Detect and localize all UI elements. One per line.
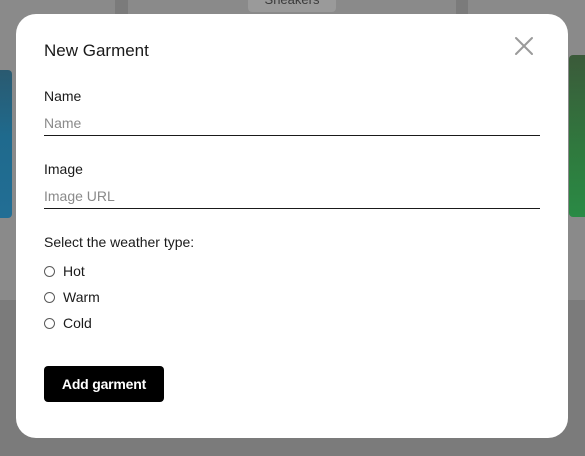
background-card-image [0,70,12,218]
weather-option-hot[interactable]: Hot [44,262,85,280]
close-button[interactable] [512,34,536,58]
radio-button-hot[interactable] [44,265,55,277]
modal-title: New Garment [44,41,149,60]
radio-label-warm: Warm [63,289,100,305]
image-label: Image [44,161,83,177]
radio-label-cold: Cold [63,315,92,331]
name-label: Name [44,88,82,104]
radio-label-hot: Hot [63,263,85,279]
radio-button-cold[interactable] [44,317,55,329]
new-garment-modal: New Garment Name Image Select the weathe… [16,14,568,438]
weather-type-label: Select the weather type: [44,234,195,250]
background-card-image [569,55,585,217]
background-card-label: Sneakers [248,0,336,12]
name-input[interactable] [44,111,540,136]
weather-option-cold[interactable]: Cold [44,314,92,332]
add-garment-button[interactable]: Add garment [44,366,164,402]
radio-button-warm[interactable] [44,291,55,303]
weather-option-warm[interactable]: Warm [44,288,100,306]
image-url-input[interactable] [44,184,540,209]
close-icon [515,37,533,55]
